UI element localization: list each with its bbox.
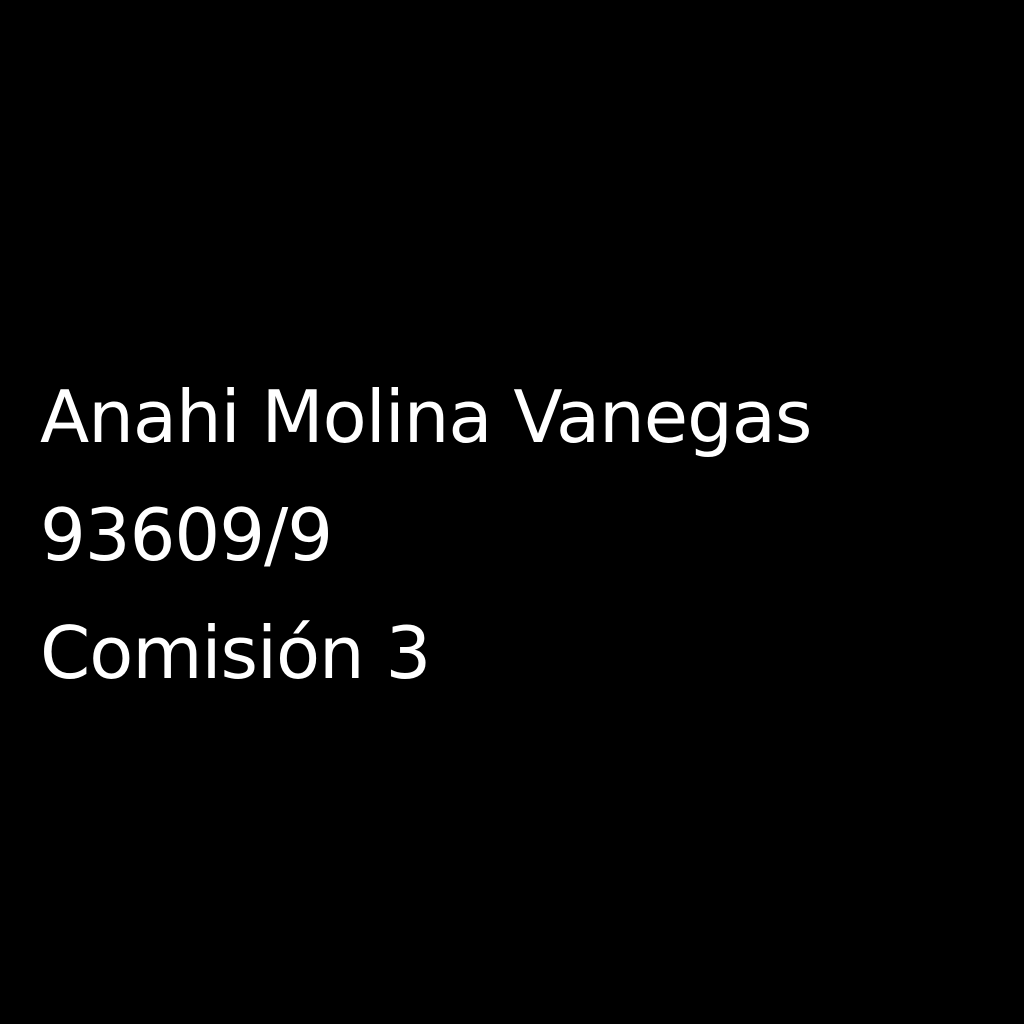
slide-canvas: Anahi Molina Vanegas 93609/9 Comisión 3 (0, 0, 1024, 1024)
student-id: 93609/9 (40, 493, 333, 577)
student-info-block: Anahi Molina Vanegas 93609/9 Comisión 3 (40, 358, 812, 712)
student-name: Anahi Molina Vanegas (40, 375, 812, 459)
commission-label: Comisión 3 (40, 611, 431, 695)
